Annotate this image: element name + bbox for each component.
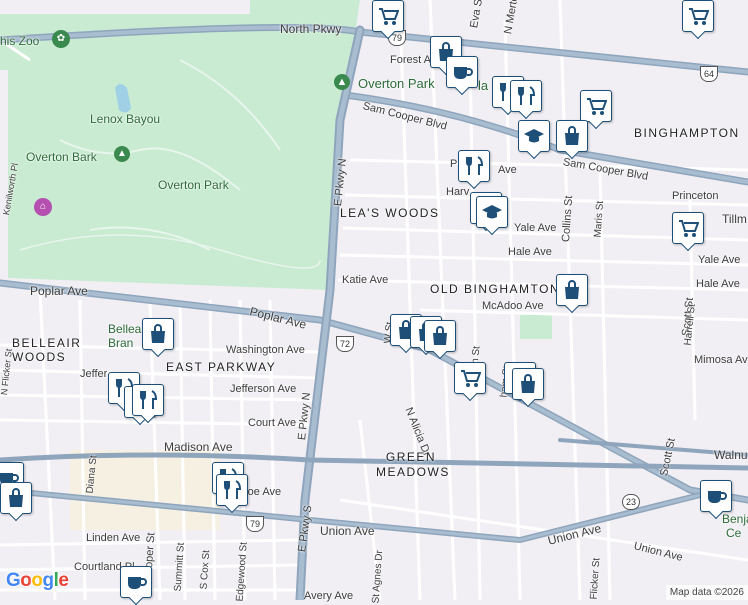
walnut-label: Walnu [714,448,748,462]
park-tree-icon[interactable]: ▲ [334,74,350,90]
us-72-shield: 72 [336,336,354,352]
grocery-icon[interactable] [580,90,612,122]
old-binghampton-label: OLD BINGHAMTON [430,282,561,296]
park-tree-icon[interactable]: ▲ [114,146,130,162]
leas-woods-label: LEA'S WOODS [340,206,440,220]
grocery-icon[interactable] [372,0,404,32]
princeton-label: Princeton [672,190,719,202]
washington-ave-label: Washington Ave [226,344,305,356]
tillman-label: Tillm [722,212,747,226]
madison-ave-label: Madison Ave [164,440,233,454]
jefferson-ave-label: Jefferson Ave [230,383,297,395]
belleair-branch-label-2: Bran [108,336,134,350]
us-79-shield-2: 79 [246,516,264,532]
overton-park-poi-label-2: la [478,78,489,93]
benjamin-label: Benja [722,512,748,526]
shopping-bag-icon[interactable] [556,274,588,306]
restaurant-icon[interactable] [132,384,164,416]
p-label: P [450,158,458,170]
north-pkwy-label: North Pkwy [280,22,342,36]
grocery-icon[interactable] [672,212,704,244]
map-attribution[interactable]: Map data ©2026 [665,585,748,600]
cafe-icon[interactable] [120,566,152,598]
overton-park-poi-label[interactable]: Overton Park [358,76,435,91]
grocery-icon[interactable] [454,362,486,394]
shopping-bag-icon[interactable] [556,120,588,152]
binghampton-label: BINGHAMPTON [634,126,740,140]
restaurant-icon[interactable] [216,474,248,506]
lenox-bayou-label: Lenox Bayou [90,112,161,126]
forest-ave-label: Forest A [390,54,431,66]
jefferson-label-2: Jeffer [80,368,108,380]
green-meadows-label: GREEN MEADOWS [376,450,450,479]
google-logo: Google [6,570,69,591]
zoo-paw-icon[interactable]: ✿ [52,30,70,48]
route-23-shield: 23 [622,494,640,510]
shopping-bag-icon[interactable] [0,482,32,514]
restaurant-icon[interactable] [510,80,542,112]
linden-ave-label: Linden Ave [86,532,141,544]
poplar-ave-label: Poplar Ave [30,284,88,298]
grocery-icon[interactable] [682,0,714,32]
yale-ave-label: Yale Ave [514,222,557,234]
belleair-branch-label[interactable]: Bellea [108,322,141,336]
mcadoo-ave-label: McAdoo Ave [482,300,544,312]
avery-ave-label: Avery Ave [304,590,354,602]
cafe-icon[interactable] [446,56,478,88]
overton-park-label: Overton Park [158,178,229,192]
east-parkway-label: EAST PARKWAY [166,360,277,374]
katie-ave-label: Katie Ave [342,274,389,286]
hale-ave-label-2: Hale Ave [696,278,740,290]
hale-ave-label: Hale Ave [508,246,552,258]
museum-icon[interactable]: ⌂ [34,198,52,216]
shopping-bag-icon[interactable] [142,318,174,350]
zoo-label: his Zoo [0,34,40,48]
shopping-bag-icon[interactable] [512,368,544,400]
center-label: Ce [726,526,742,540]
cafe-icon[interactable] [700,480,732,512]
yale-ave-label-2: Yale Ave [698,254,741,266]
mimosa-ave-label: Mimosa Ave [694,354,748,366]
shopping-bag-icon[interactable] [424,320,456,352]
union-ave-label: Union Ave [320,524,375,538]
overton-bark-label[interactable]: Overton Bark [26,150,97,164]
court-ave-label: Court Ave [248,417,297,429]
school-icon[interactable] [518,120,550,152]
ave-label: Ave [498,164,517,176]
monroe-ave-label: roe Ave [244,486,282,498]
school-icon[interactable] [476,196,508,228]
belleair-woods-label: BELLEAIR WOODS [12,336,82,364]
us-64-shield: 64 [700,66,718,82]
harv-label: Harv [446,186,470,198]
restaurant-icon[interactable] [458,150,490,182]
